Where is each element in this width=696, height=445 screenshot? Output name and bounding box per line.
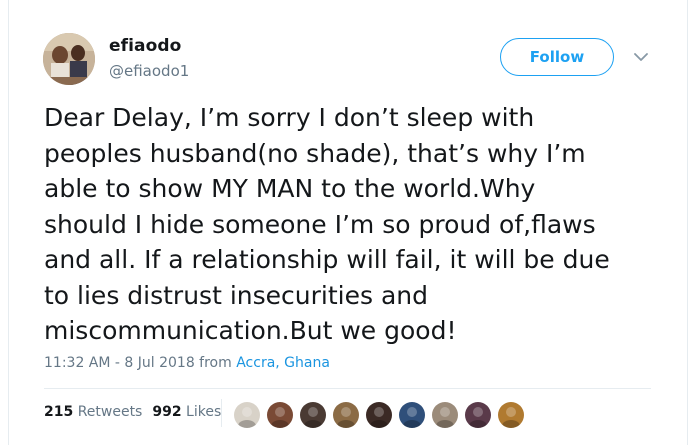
author-handle[interactable]: @efiaodo1 <box>109 62 189 80</box>
liker-avatar-9[interactable] <box>497 401 525 429</box>
tweet-line: to lies distrust insecurities and <box>44 280 428 310</box>
tweet-line: miscommunication.But we good! <box>44 316 457 345</box>
liker-avatar-2[interactable] <box>266 401 294 429</box>
tweet-location-link[interactable]: Accra, Ghana <box>236 355 330 371</box>
liker-avatar-7[interactable] <box>431 401 459 429</box>
tweet-stats: 215 Retweets 992 Likes <box>44 404 221 420</box>
retweets-count: 215 <box>44 404 74 420</box>
follow-button[interactable]: Follow <box>500 38 614 76</box>
liker-avatar-5[interactable] <box>365 401 393 429</box>
likes-label: Likes <box>186 404 222 420</box>
tweet-line: and all. If a relationship will fail, it… <box>44 245 610 274</box>
liker-avatar-3[interactable] <box>299 401 327 429</box>
retweets-label: Retweets <box>77 404 143 420</box>
likes-stat[interactable]: 992 Likes <box>152 404 221 420</box>
author-display-name[interactable]: efiaodo <box>109 36 181 56</box>
tweet-line: able to show MY MAN to the world.Why <box>44 174 536 203</box>
tweet-line: Dear Delay, I’m sorry I don’t sleep with <box>44 103 535 132</box>
retweets-stat[interactable]: 215 Retweets <box>44 404 142 420</box>
liker-avatars <box>233 401 530 429</box>
tweet-meta: 11:32 AM - 8 Jul 2018 from Accra, Ghana <box>44 355 330 371</box>
author-avatar[interactable] <box>43 33 95 85</box>
liker-avatar-1[interactable] <box>233 401 261 429</box>
stats-divider <box>221 399 222 427</box>
tweet-timestamp[interactable]: 11:32 AM - 8 Jul 2018 from <box>44 355 236 371</box>
likes-count: 992 <box>152 404 182 420</box>
liker-avatar-8[interactable] <box>464 401 492 429</box>
liker-avatar-4[interactable] <box>332 401 360 429</box>
chevron-down-icon[interactable] <box>632 50 650 64</box>
tweet-line: peoples husband(no shade), that’s why I’… <box>44 138 586 168</box>
profile-photo-icon <box>43 33 95 85</box>
tweet-text: Dear Delay, I’m sorry I don’t sleep with… <box>44 100 654 349</box>
tweet-line: should I hide someone I’m so proud of,fl… <box>44 209 596 239</box>
liker-avatar-6[interactable] <box>398 401 426 429</box>
divider <box>44 388 651 389</box>
